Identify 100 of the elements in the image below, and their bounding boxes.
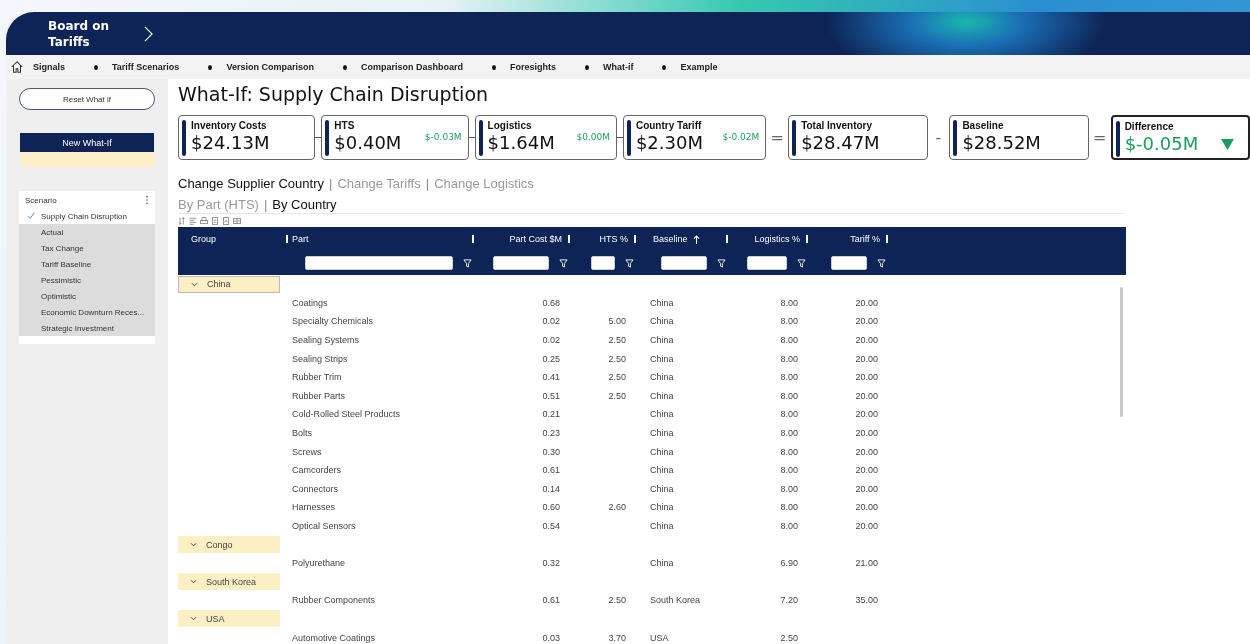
table-cell: China	[650, 558, 674, 569]
table-cell: 2.50	[780, 632, 798, 643]
column-header[interactable]: HTS %	[599, 234, 628, 244]
tab[interactable]: Change Supplier Country	[178, 175, 324, 191]
chevron-down-icon[interactable]	[190, 616, 197, 622]
nav-link[interactable]: Signals	[33, 62, 65, 72]
table-cell: 20.00	[855, 409, 878, 420]
column-resize-handle[interactable]	[286, 235, 288, 243]
table-cell: 20.00	[855, 335, 878, 346]
group-row[interactable]: South Korea	[178, 573, 280, 591]
list-icon[interactable]	[189, 217, 197, 225]
table-cell: China	[650, 428, 674, 439]
filter-icon[interactable]	[877, 258, 886, 268]
table-cell: 8.00	[780, 409, 798, 420]
column-resize-handle[interactable]	[472, 235, 474, 243]
scenario-item[interactable]: Economic Downturn Reces...	[19, 304, 155, 320]
table-cell: 0.61	[542, 595, 560, 606]
filter-field[interactable]	[661, 256, 707, 270]
filter-field[interactable]	[747, 256, 787, 270]
nav-link[interactable]: Example	[680, 62, 718, 72]
chevron-down-icon[interactable]	[190, 579, 197, 585]
group-row[interactable]: USA	[178, 610, 280, 628]
scenario-item[interactable]: Tax Change	[19, 240, 155, 256]
nav-link[interactable]: Tariff Scenarios	[112, 62, 180, 72]
table-cell: 0.68	[542, 297, 560, 308]
table-cell: 3.70	[608, 632, 626, 643]
column-header[interactable]: Tariff %	[850, 234, 880, 244]
table-cell: 20.00	[855, 353, 878, 364]
nav-link[interactable]: What-if	[602, 62, 634, 72]
filter-icon[interactable]	[717, 258, 726, 268]
scenario-item[interactable]: Strategic Investment	[19, 320, 155, 336]
nav-link[interactable]: Comparison Dashboard	[360, 62, 463, 72]
scenario-item[interactable]: Pessimistic	[19, 272, 155, 288]
table-cell: China	[650, 335, 674, 346]
table-cell: 20.00	[855, 446, 878, 457]
filter-icon[interactable]	[463, 258, 472, 268]
column-resize-handle[interactable]	[806, 235, 808, 243]
scenario-item[interactable]: Tariff Baseline	[19, 256, 155, 272]
scrollbar[interactable]	[1120, 287, 1123, 417]
column-header[interactable]: Logistics %	[754, 234, 800, 244]
column-header[interactable]: Part	[292, 234, 309, 244]
filter-field[interactable]	[305, 256, 453, 270]
table-cell: 0.14	[542, 483, 560, 494]
kpi-value: $28.52M	[962, 132, 1042, 153]
column-resize-handle[interactable]	[726, 235, 728, 243]
group-row[interactable]: Congo	[178, 536, 280, 554]
separator-dot	[94, 64, 98, 70]
column-resize-handle[interactable]	[568, 235, 570, 243]
tab-separator: |	[425, 175, 430, 191]
kpi-label: Baseline	[962, 120, 1005, 131]
chevron-down-icon[interactable]	[190, 542, 197, 548]
filter-field[interactable]	[831, 256, 867, 270]
chevron-down-icon[interactable]	[191, 281, 198, 287]
filter-field[interactable]	[591, 256, 615, 270]
more-icon[interactable]	[145, 195, 149, 205]
table-cell: 0.02	[542, 335, 560, 346]
new-what-if-button[interactable]: New What-If	[20, 133, 154, 152]
kpi-delta: $-0.02M	[722, 132, 760, 142]
table-cell: 0.51	[542, 390, 560, 401]
table-cell: 0.41	[542, 372, 560, 383]
table-cell: Connectors	[292, 483, 339, 494]
table-cell: 8.00	[780, 428, 798, 439]
scenario-item[interactable]: Actual	[19, 224, 155, 240]
column-header[interactable]: Part Cost $M	[509, 234, 562, 244]
nav-link[interactable]: Foresights	[509, 62, 556, 72]
reset-button[interactable]: Reset What if	[19, 88, 155, 110]
column-header[interactable]: Group	[191, 234, 216, 244]
table-cell: 20.00	[855, 521, 878, 531]
tab[interactable]: By Country	[272, 196, 337, 212]
table-cell: 20.00	[855, 372, 878, 383]
filter-icon[interactable]	[625, 258, 634, 268]
separator-dot	[342, 64, 347, 70]
accent-bar	[1115, 121, 1120, 157]
table-cell: 8.00	[780, 335, 798, 346]
sort-up-icon[interactable]	[692, 234, 700, 244]
column-header[interactable]: Baseline	[653, 234, 688, 244]
sort-icon[interactable]	[178, 217, 186, 225]
table-cell: 21.00	[855, 558, 878, 569]
chevron-right-icon[interactable]	[144, 25, 153, 42]
accent-bar	[626, 120, 631, 156]
column-resize-handle[interactable]	[634, 235, 636, 243]
document-icon[interactable]	[222, 217, 230, 225]
scenario-item[interactable]: Optimistic	[19, 288, 155, 304]
name-field[interactable]	[20, 152, 154, 167]
filter-icon[interactable]	[797, 258, 806, 268]
nav-link[interactable]: Version Comparison	[226, 62, 314, 72]
grid-icon[interactable]	[233, 217, 241, 225]
filter-field[interactable]	[493, 256, 549, 270]
document-icon[interactable]	[211, 217, 219, 225]
table-cell: 20.00	[855, 297, 878, 308]
table-cell: Coatings	[292, 297, 328, 308]
table-cell: 20.00	[855, 502, 878, 513]
down-triangle-icon	[1221, 139, 1234, 150]
column-resize-handle[interactable]	[886, 235, 888, 243]
operator-sign: -	[934, 128, 943, 147]
filter-icon[interactable]	[559, 258, 568, 268]
table-cell: Automotive Coatings	[292, 632, 376, 643]
print-icon[interactable]	[200, 217, 208, 225]
group-row[interactable]: China	[178, 275, 280, 293]
home-icon[interactable]	[10, 60, 24, 74]
